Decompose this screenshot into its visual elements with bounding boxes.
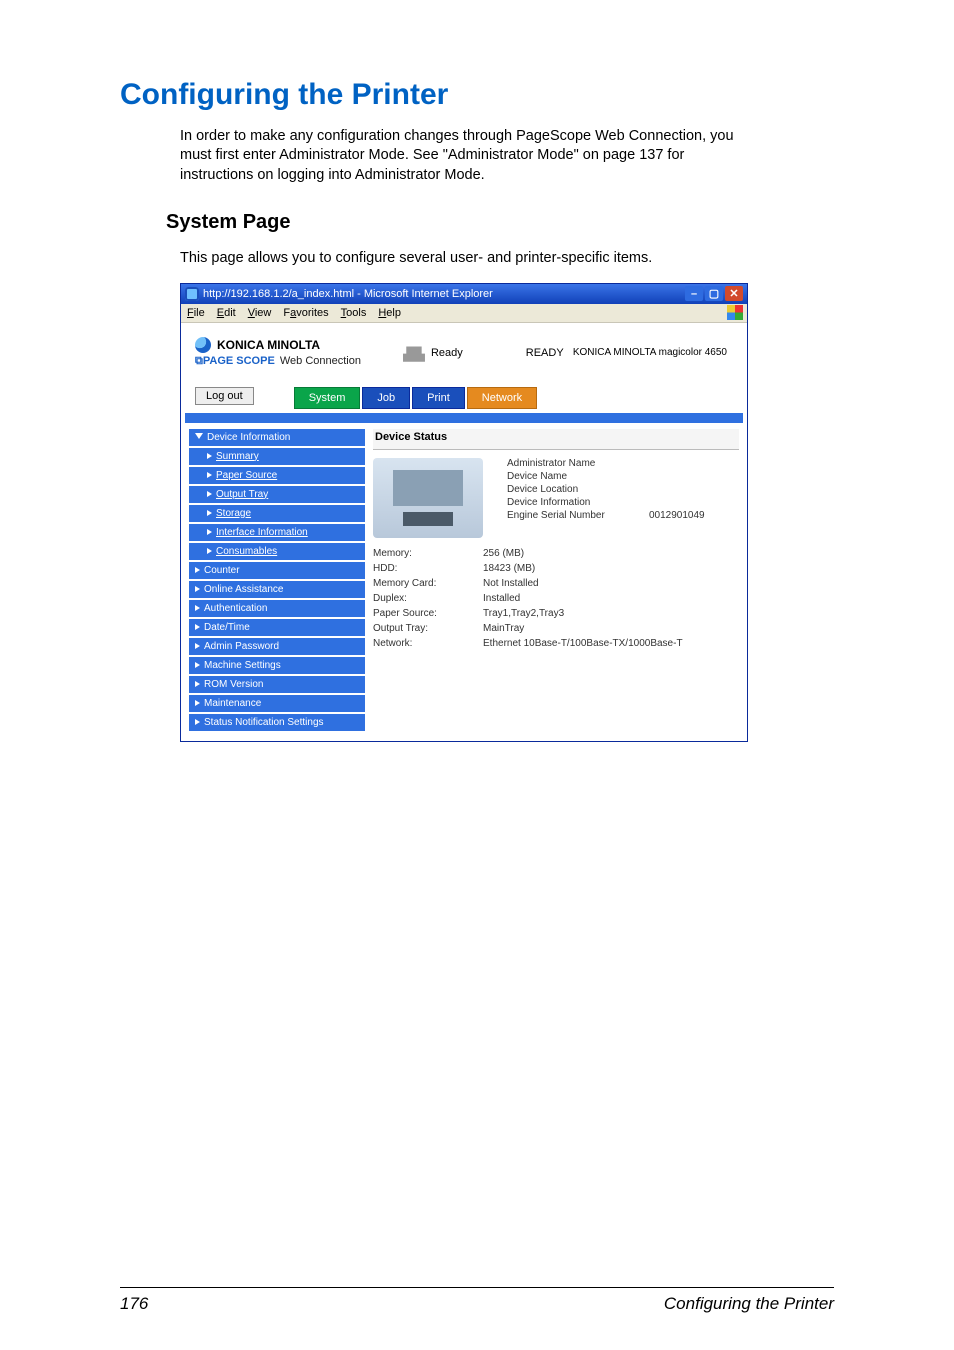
sidebar: Device Information Summary Paper Source … xyxy=(189,429,365,731)
spec-val: Not Installed xyxy=(483,578,739,589)
menu-favorites[interactable]: Favorites xyxy=(283,307,328,319)
sidebar-rom-version[interactable]: ROM Version xyxy=(189,676,365,693)
window-close[interactable]: ✕ xyxy=(725,286,743,301)
sidebar-maintenance[interactable]: Maintenance xyxy=(189,695,365,712)
tab-job[interactable]: Job xyxy=(362,387,410,409)
chevron-right-icon xyxy=(207,529,212,535)
chevron-right-icon xyxy=(207,453,212,459)
spec-val: Installed xyxy=(483,593,739,604)
chevron-right-icon xyxy=(195,567,200,573)
spec-val: Tray1,Tray2,Tray3 xyxy=(483,608,739,619)
chevron-right-icon xyxy=(195,662,200,668)
spec-grid: Memory:256 (MB) HDD:18423 (MB) Memory Ca… xyxy=(373,548,739,649)
sidebar-device-information[interactable]: Device Information xyxy=(189,429,365,446)
device-status-title: Device Status xyxy=(373,429,739,450)
label-device-location: Device Location xyxy=(507,484,637,495)
status-big: READY xyxy=(526,347,564,359)
sidebar-admin-password[interactable]: Admin Password xyxy=(189,638,365,655)
windows-flag-icon xyxy=(727,305,743,320)
device-info-grid: Administrator Name Device Name Device Lo… xyxy=(507,458,705,521)
tab-system[interactable]: System xyxy=(294,387,361,409)
window-titlebar: http://192.168.1.2/a_index.html - Micros… xyxy=(181,284,747,304)
sidebar-paper-source[interactable]: Paper Source xyxy=(189,467,365,484)
label-device-name: Device Name xyxy=(507,471,637,482)
model-name: KONICA MINOLTA magicolor 4650 xyxy=(573,347,733,358)
menu-tools[interactable]: Tools xyxy=(341,307,367,319)
tab-print[interactable]: Print xyxy=(412,387,465,409)
chevron-right-icon xyxy=(207,491,212,497)
window-title: http://192.168.1.2/a_index.html - Micros… xyxy=(203,288,685,300)
chevron-right-icon xyxy=(195,719,200,725)
page-heading: Configuring the Printer xyxy=(120,78,834,112)
spec-val: Ethernet 10Base-T/100Base-TX/1000Base-T xyxy=(483,638,739,649)
system-page-intro: This page allows you to configure severa… xyxy=(180,249,740,269)
system-page-heading: System Page xyxy=(166,211,834,234)
menu-bar: File Edit View Favorites Tools Help xyxy=(181,304,747,323)
brand-logo: KONICA MINOLTA xyxy=(195,337,361,353)
pagescope-label: ⧉PAGE SCOPE Web Connection xyxy=(195,355,361,368)
menu-view[interactable]: View xyxy=(248,307,272,319)
spec-val: 256 (MB) xyxy=(483,548,739,559)
spec-key: Network: xyxy=(373,638,483,649)
globe-icon xyxy=(195,337,211,353)
chevron-right-icon xyxy=(195,700,200,706)
sidebar-output-tray[interactable]: Output Tray xyxy=(189,486,365,503)
ie-icon xyxy=(185,287,199,301)
sidebar-machine-settings[interactable]: Machine Settings xyxy=(189,657,365,674)
window-minimize[interactable]: – xyxy=(685,286,703,301)
blue-separator xyxy=(185,413,743,423)
menu-file[interactable]: File xyxy=(187,307,205,319)
sidebar-counter[interactable]: Counter xyxy=(189,562,365,579)
spec-key: Memory Card: xyxy=(373,578,483,589)
tab-network[interactable]: Network xyxy=(467,387,537,409)
main-tabs: System Job Print Network xyxy=(294,387,537,409)
main-panel: Device Status Administrator Name Device … xyxy=(373,429,739,731)
embedded-screenshot: http://192.168.1.2/a_index.html - Micros… xyxy=(180,283,748,742)
brand-text: KONICA MINOLTA xyxy=(217,338,320,352)
label-admin-name: Administrator Name xyxy=(507,458,637,469)
chevron-right-icon xyxy=(207,548,212,554)
chevron-right-icon xyxy=(195,643,200,649)
spec-key: HDD: xyxy=(373,563,483,574)
sidebar-authentication[interactable]: Authentication xyxy=(189,600,365,617)
sidebar-summary[interactable]: Summary xyxy=(189,448,365,465)
chevron-right-icon xyxy=(195,681,200,687)
chevron-right-icon xyxy=(207,472,212,478)
menu-edit[interactable]: Edit xyxy=(217,307,236,319)
spec-key: Duplex: xyxy=(373,593,483,604)
label-engine-serial: Engine Serial Number xyxy=(507,510,637,521)
value-engine-serial: 0012901049 xyxy=(649,510,705,521)
chevron-right-icon xyxy=(195,624,200,630)
chevron-down-icon xyxy=(195,433,203,442)
chevron-right-icon xyxy=(195,586,200,592)
status-small: Ready xyxy=(431,347,463,359)
printer-image xyxy=(373,458,483,538)
sidebar-storage[interactable]: Storage xyxy=(189,505,365,522)
chevron-right-icon xyxy=(195,605,200,611)
window-maximize[interactable]: ▢ xyxy=(705,286,723,301)
spec-key: Memory: xyxy=(373,548,483,559)
sidebar-online-assistance[interactable]: Online Assistance xyxy=(189,581,365,598)
sidebar-status-notification[interactable]: Status Notification Settings xyxy=(189,714,365,731)
sidebar-date-time[interactable]: Date/Time xyxy=(189,619,365,636)
spec-val: 18423 (MB) xyxy=(483,563,739,574)
chevron-right-icon xyxy=(207,510,212,516)
menu-help[interactable]: Help xyxy=(378,307,401,319)
spec-key: Paper Source: xyxy=(373,608,483,619)
page-number: 176 xyxy=(120,1294,148,1314)
label-device-information: Device Information xyxy=(507,497,637,508)
spec-key: Output Tray: xyxy=(373,623,483,634)
running-header: Configuring the Printer xyxy=(664,1294,834,1314)
pagescope-icon: ⧉PAGE SCOPE xyxy=(195,355,275,367)
printer-status-icon xyxy=(403,344,425,362)
logout-button[interactable]: Log out xyxy=(195,387,254,405)
header-area: KONICA MINOLTA ⧉PAGE SCOPE Web Connectio… xyxy=(181,323,747,381)
sidebar-consumables[interactable]: Consumables xyxy=(189,543,365,560)
intro-paragraph: In order to make any configuration chang… xyxy=(180,127,740,186)
sidebar-interface-information[interactable]: Interface Information xyxy=(189,524,365,541)
page-footer: 176 Configuring the Printer xyxy=(120,1287,834,1314)
spec-val: MainTray xyxy=(483,623,739,634)
